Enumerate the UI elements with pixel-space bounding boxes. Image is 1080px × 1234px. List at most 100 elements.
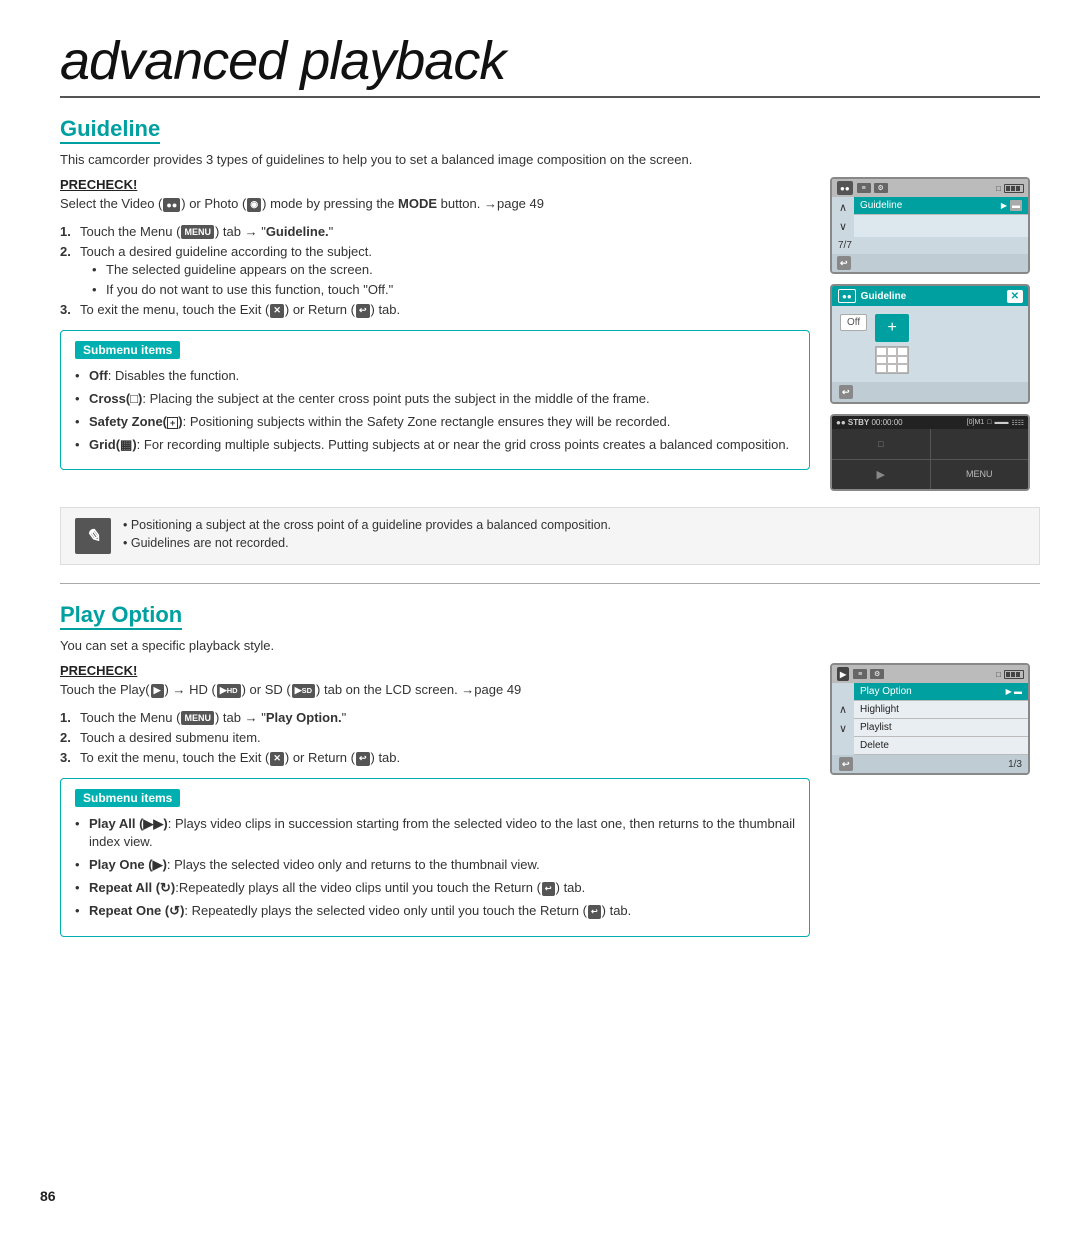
section-divider: [60, 583, 1040, 584]
note-icon: ✎: [75, 518, 111, 554]
po-menu-item-active: Play Option ▶ ▬: [854, 683, 1028, 701]
po-menu-col: Play Option ▶ ▬ Highlight Playlist Delet…: [854, 683, 1028, 755]
battery-icon: [1004, 184, 1024, 193]
play-option-step-2: 2. Touch a desired submenu item.: [60, 730, 810, 745]
gl-topbar: ●● Guideline ✕: [832, 286, 1028, 306]
play-option-precheck-text: Touch the Play(▶) → HD (▶HD) or SD (▶SD)…: [60, 682, 810, 698]
play-option-section: Play Option You can set a specific playb…: [60, 602, 1040, 949]
po-submenu-play-one: Play One (▶): Plays the selected video o…: [75, 856, 795, 874]
submenu-item-safety: Safety Zone(+): Positioning subjects wit…: [75, 413, 795, 431]
guideline-submenu-title: Submenu items: [75, 341, 180, 359]
return-icon-1: ↩: [356, 304, 370, 318]
menu-icon-top: ≡: [857, 183, 871, 193]
po-menu-area: ∧ ∨ Play Option ▶ ▬ Highlight Playlist D…: [832, 683, 1028, 755]
battery-icon-po: [1004, 670, 1024, 679]
guideline-step-2-sub: The selected guideline appears on the sc…: [80, 262, 810, 297]
gl-return-row: ↩: [832, 382, 1028, 402]
video-icon-top: ●●: [837, 181, 853, 195]
vid-thumb-3: ▶: [832, 460, 930, 490]
gl-grid-option: [875, 346, 909, 374]
vid-topbar: ●● STBY 00:00:00 [0]M1 □ ▬▬ ☷☷: [832, 416, 1028, 429]
gl-cross-option: +: [875, 314, 909, 342]
guideline-heading: Guideline: [60, 116, 160, 144]
guideline-steps: 1. Touch the Menu (MENU) tab → "Guidelin…: [60, 224, 810, 318]
return-btn-1: ↩: [837, 256, 851, 270]
gear-icon-top: ⚙: [874, 183, 888, 193]
play-option-step-3: 3. To exit the menu, touch the Exit (✕) …: [60, 750, 810, 766]
lcd-menu-area-1: ∧ ∨ Guideline ▶ ▬: [832, 197, 1028, 237]
vid-thumb-4: MENU: [931, 460, 1029, 490]
note-line-1: • Positioning a subject at the cross poi…: [123, 518, 611, 532]
exit-icon-1: ✕: [270, 304, 284, 318]
return-icon-inline-2: ↩: [588, 905, 601, 919]
guideline-screen-1: ●● ≡ ⚙ □ ∧: [830, 177, 1030, 274]
guideline-step-3: 3. To exit the menu, touch the Exit (✕) …: [60, 302, 810, 318]
po-nav-col: ∧ ∨: [832, 683, 854, 755]
play-option-submenu-title: Submenu items: [75, 789, 180, 807]
page-number: 86: [40, 1188, 56, 1204]
po-menu-item-playlist: Playlist: [854, 719, 1028, 737]
video-icon-gl: ●●: [838, 289, 856, 303]
play-option-submenu-items: Play All (▶▶): Plays video clips in succ…: [75, 815, 795, 921]
po-submenu-repeat-one: Repeat One (↺): Repeatedly plays the sel…: [75, 902, 795, 920]
vid-thumb-2: [931, 429, 1029, 459]
guideline-screen-2: ●● Guideline ✕ Off +: [830, 284, 1030, 404]
play-option-step-1: 1. Touch the Menu (MENU) tab → "Play Opt…: [60, 710, 810, 726]
po-submenu-repeat-all: Repeat All (↻):Repeatedly plays all the …: [75, 879, 795, 897]
sd-icon: ▶SD: [292, 684, 315, 698]
return-icon-inline: ↩: [542, 882, 555, 896]
menu-icon-1: MENU: [181, 225, 214, 239]
menu-icon-top-po: ≡: [853, 669, 867, 679]
lcd-topbar-1: ●● ≡ ⚙ □: [832, 179, 1028, 197]
gl-off-btn: Off: [840, 314, 867, 331]
lcd-menu-col-1: Guideline ▶ ▬: [854, 197, 1028, 237]
po-counter-row: ↩ 1/3: [832, 755, 1028, 773]
guideline-description: This camcorder provides 3 types of guide…: [60, 152, 1040, 167]
menu-icon-2: MENU: [181, 711, 214, 725]
note-line-2: • Guidelines are not recorded.: [123, 536, 611, 550]
guideline-precheck-text: Select the Video (●●) or Photo (◉) mode …: [60, 196, 810, 212]
play-option-screens: ▶ ≡ ⚙ □ ∧: [830, 663, 1040, 949]
note-content: • Positioning a subject at the cross poi…: [123, 518, 611, 554]
guideline-screens: ●● ≡ ⚙ □ ∧: [830, 177, 1040, 491]
gear-icon-top-po: ⚙: [870, 669, 884, 679]
vid-thumb-1: □: [832, 429, 930, 459]
gl-body: Off +: [832, 306, 1028, 382]
po-menu-item-delete: Delete: [854, 737, 1028, 755]
play-option-steps: 1. Touch the Menu (MENU) tab → "Play Opt…: [60, 710, 810, 766]
submenu-item-grid: Grid(▦): For recording multiple subjects…: [75, 436, 795, 454]
po-menu-item-highlight: Highlight: [854, 701, 1028, 719]
guideline-section: Guideline This camcorder provides 3 type…: [60, 116, 1040, 565]
lcd-counter-1: 7/7: [832, 237, 1028, 254]
guideline-step-1: 1. Touch the Menu (MENU) tab → "Guidelin…: [60, 224, 810, 240]
hd-icon: ▶HD: [217, 684, 241, 698]
play-option-heading: Play Option: [60, 602, 182, 630]
play-option-content: PRECHECK! Touch the Play(▶) → HD (▶HD) o…: [60, 663, 810, 949]
video-mode-icon: ●●: [163, 198, 180, 212]
play-option-submenu-box: Submenu items Play All (▶▶): Plays video…: [60, 778, 810, 937]
guideline-screen-3: ●● STBY 00:00:00 [0]M1 □ ▬▬ ☷☷ □ ▶: [830, 414, 1030, 491]
return-icon-2: ↩: [356, 752, 370, 766]
po-topbar: ▶ ≡ ⚙ □: [832, 665, 1028, 683]
po-counter: 1/3: [1008, 759, 1022, 770]
guideline-submenu-items: Off: Disables the function. Cross(□): Pl…: [75, 367, 795, 455]
submenu-item-off: Off: Disables the function.: [75, 367, 795, 385]
play-option-description: You can set a specific playback style.: [60, 638, 1040, 653]
play-option-screen: ▶ ≡ ⚙ □ ∧: [830, 663, 1030, 775]
submenu-item-cross: Cross(□): Placing the subject at the cen…: [75, 390, 795, 408]
exit-icon-2: ✕: [270, 752, 284, 766]
play-icon-top: ▶: [837, 667, 849, 681]
return-btn-2: ↩: [839, 385, 853, 399]
lcd-return-row-1: ↩: [832, 254, 1028, 272]
guideline-step-2: 2. Touch a desired guideline according t…: [60, 244, 810, 297]
vid-body: □ ▶ MENU: [832, 429, 1028, 489]
lcd-nav-up: ∧ ∨: [832, 197, 854, 237]
page-title: advanced playback: [60, 30, 1040, 98]
return-btn-po: ↩: [839, 757, 853, 771]
guideline-precheck-label: PRECHECK!: [60, 177, 810, 192]
guideline-content: PRECHECK! Select the Video (●●) or Photo…: [60, 177, 810, 491]
lcd-active-item: Guideline ▶ ▬: [854, 197, 1028, 215]
guideline-note-box: ✎ • Positioning a subject at the cross p…: [60, 507, 1040, 565]
gl-grid-options: +: [875, 314, 909, 374]
play-icon: ▶: [151, 684, 164, 698]
